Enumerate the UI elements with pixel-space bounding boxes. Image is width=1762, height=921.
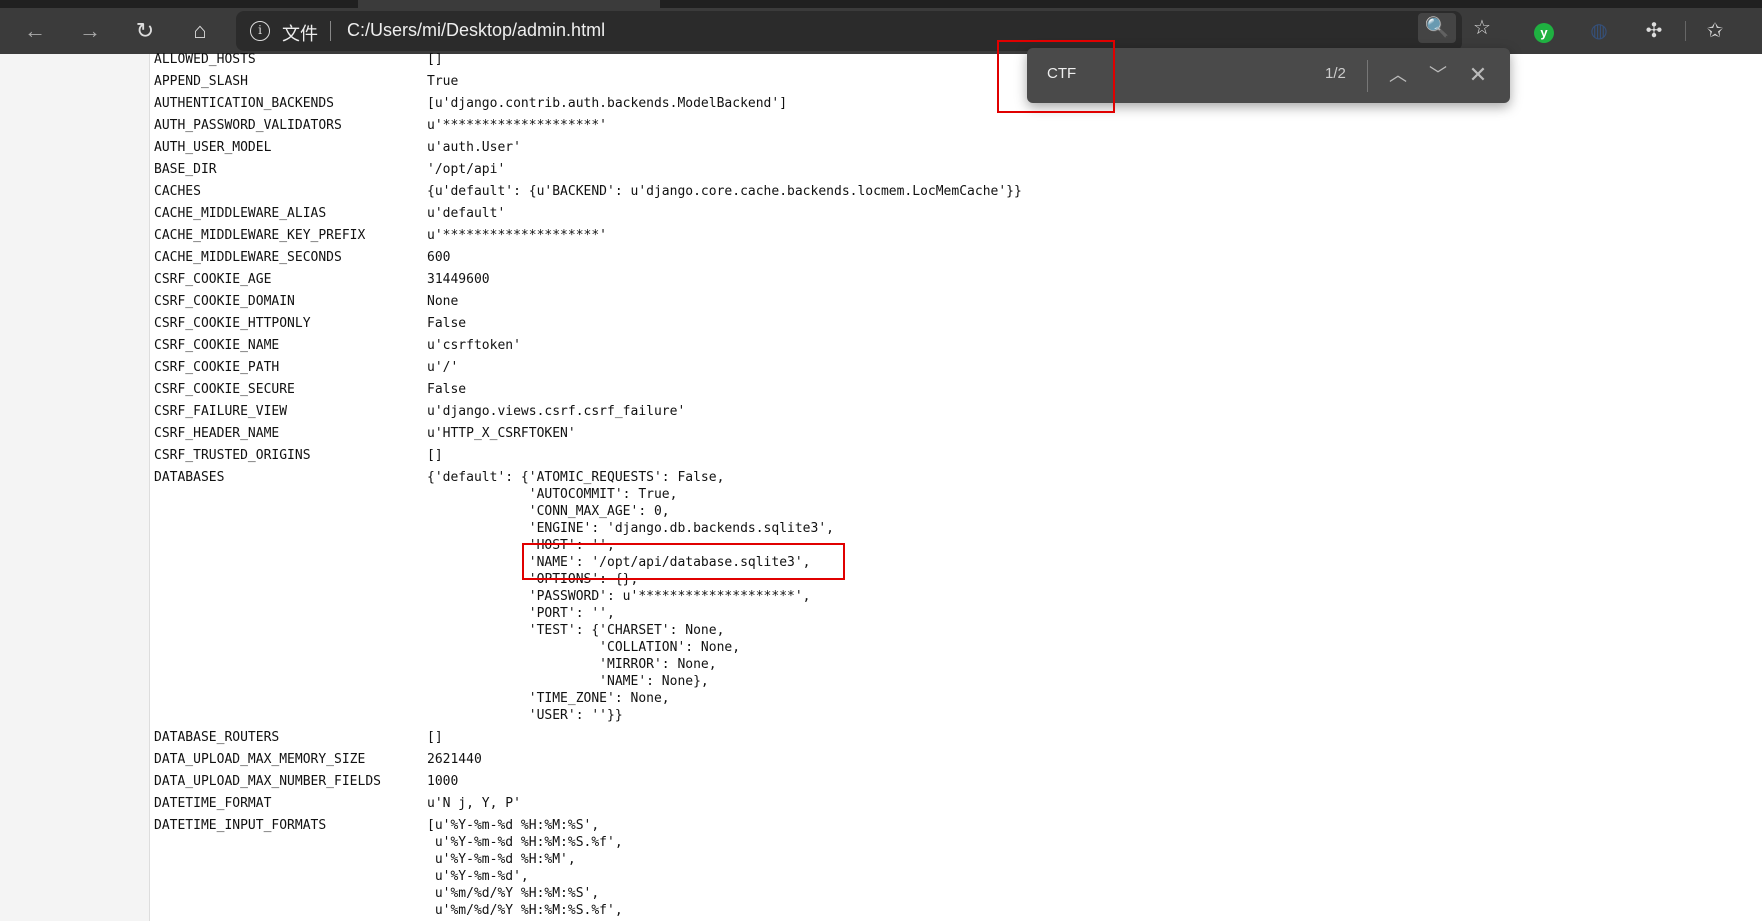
setting-key: CSRF_COOKIE_NAME	[154, 338, 280, 353]
setting-value: []	[427, 52, 443, 67]
match-count: 1/2	[1325, 65, 1346, 82]
setting-key: DATETIME_INPUT_FORMATS	[154, 818, 327, 833]
divider	[330, 21, 331, 41]
extension-y-icon[interactable]: y	[1528, 16, 1560, 46]
left-margin	[0, 54, 150, 921]
setting-value: True	[427, 74, 459, 89]
setting-key: CSRF_COOKIE_PATH	[154, 360, 280, 375]
find-in-page-icon[interactable]: 🔍	[1418, 13, 1456, 43]
divider	[1685, 21, 1686, 41]
setting-key: AUTH_PASSWORD_VALIDATORS	[154, 118, 342, 133]
tab-strip	[0, 0, 1762, 8]
setting-value: u'/'	[427, 360, 459, 375]
setting-key: DATA_UPLOAD_MAX_NUMBER_FIELDS	[154, 774, 381, 789]
setting-value: u'HTTP_X_CSRFTOKEN'	[427, 426, 576, 441]
setting-key: BASE_DIR	[154, 162, 217, 177]
setting-key: CSRF_COOKIE_DOMAIN	[154, 294, 295, 309]
setting-key: CACHE_MIDDLEWARE_SECONDS	[154, 250, 342, 265]
highlight-box-database-name	[522, 543, 845, 580]
setting-value: False	[427, 316, 467, 331]
info-icon[interactable]: i	[250, 21, 270, 41]
setting-value: u'N j, Y, P'	[427, 796, 521, 811]
setting-value: u'********************'	[427, 228, 608, 243]
setting-value: {u'default': {u'BACKEND': u'django.core.…	[427, 184, 1022, 199]
highlight-box-search	[997, 40, 1115, 113]
back-icon[interactable]: ←	[20, 16, 50, 46]
site-info-label: 文件	[282, 24, 318, 44]
setting-key: APPEND_SLASH	[154, 74, 248, 89]
extensions-icon[interactable]: ✣	[1638, 16, 1670, 46]
setting-value: []	[427, 730, 443, 745]
home-icon[interactable]: ⌂	[185, 16, 215, 46]
setting-key: AUTHENTICATION_BACKENDS	[154, 96, 335, 111]
setting-key: CSRF_COOKIE_AGE	[154, 272, 272, 287]
setting-value: '/opt/api'	[427, 162, 506, 177]
setting-value: [u'%Y-%m-%d %H:%M:%S', u'%Y-%m-%d %H:%M:…	[427, 818, 623, 918]
previous-match-icon[interactable]: ︿	[1383, 60, 1413, 90]
setting-value: 600	[427, 250, 451, 265]
setting-value: 1000	[427, 774, 459, 789]
setting-key: CACHES	[154, 184, 201, 199]
setting-key: DATETIME_FORMAT	[154, 796, 272, 811]
setting-key: DATABASE_ROUTERS	[154, 730, 280, 745]
setting-key: CSRF_HEADER_NAME	[154, 426, 280, 441]
setting-key: AUTH_USER_MODEL	[154, 140, 272, 155]
setting-key: ALLOWED_HOSTS	[154, 52, 256, 67]
setting-key: DATA_UPLOAD_MAX_MEMORY_SIZE	[154, 752, 366, 767]
setting-value: None	[427, 294, 459, 309]
forward-icon[interactable]: →	[75, 16, 105, 46]
setting-value: {'default': {'ATOMIC_REQUESTS': False, '…	[427, 470, 834, 723]
extension-globe-icon[interactable]: ◍	[1583, 16, 1615, 46]
setting-key: CSRF_TRUSTED_ORIGINS	[154, 448, 311, 463]
setting-value: u'csrftoken'	[427, 338, 521, 353]
page-content: ALLOWED_HOSTS [] APPEND_SLASH True AUTHENTIC…	[0, 52, 1762, 921]
close-icon[interactable]: ✕	[1463, 60, 1493, 90]
reload-icon[interactable]: ↻	[130, 16, 160, 46]
setting-key: CACHE_MIDDLEWARE_ALIAS	[154, 206, 327, 221]
setting-key: DATABASES	[154, 470, 225, 485]
setting-value: []	[427, 448, 443, 463]
setting-value: u'********************'	[427, 118, 608, 133]
setting-value: False	[427, 382, 467, 397]
setting-value: u'auth.User'	[427, 140, 521, 155]
setting-value: 31449600	[427, 272, 490, 287]
setting-value: 2621440	[427, 752, 482, 767]
active-tab[interactable]	[358, 0, 660, 8]
setting-value: u'default'	[427, 206, 506, 221]
address-bar[interactable]: i 文件 C:/Users/mi/Desktop/admin.html 🔍 ☆	[236, 11, 1491, 51]
setting-key: CSRF_COOKIE_HTTPONLY	[154, 316, 311, 331]
setting-key: CSRF_COOKIE_SECURE	[154, 382, 295, 397]
add-favorite-icon[interactable]: ☆	[1466, 13, 1498, 43]
setting-key: CSRF_FAILURE_VIEW	[154, 404, 288, 419]
divider	[1367, 60, 1368, 92]
setting-key: CACHE_MIDDLEWARE_KEY_PREFIX	[154, 228, 366, 243]
setting-value: [u'django.contrib.auth.backends.ModelBac…	[427, 96, 788, 111]
favorites-icon[interactable]: ✩	[1699, 16, 1731, 46]
next-match-icon[interactable]: ﹀	[1423, 60, 1453, 90]
setting-value: u'django.views.csrf.csrf_failure'	[427, 404, 686, 419]
url-text[interactable]: C:/Users/mi/Desktop/admin.html	[347, 20, 605, 41]
